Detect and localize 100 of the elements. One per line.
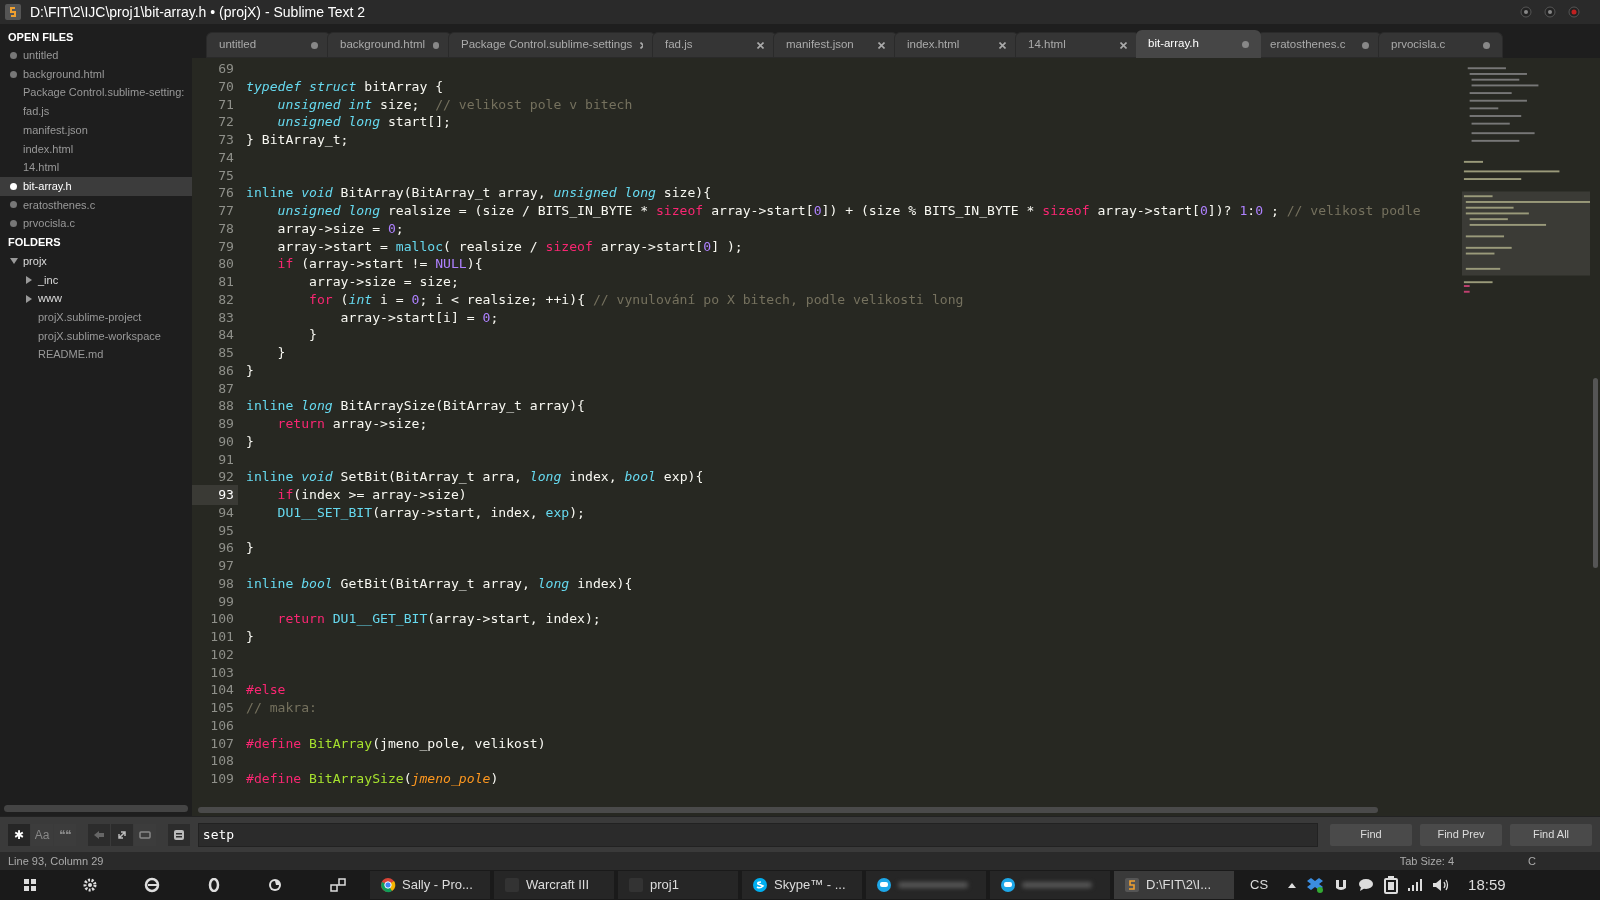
section-heading: OPEN FILES xyxy=(7,30,75,45)
tab[interactable]: background.html xyxy=(327,32,452,58)
code-line: #define BitArraySize(jmeno_pole) xyxy=(245,770,499,789)
start-icon[interactable] xyxy=(23,879,36,891)
code-line: } BitArray_t; xyxy=(245,131,349,150)
tab[interactable]: Package Control.sublime-settings xyxy=(448,32,656,58)
sidebar-item[interactable]: manifest.json xyxy=(0,120,192,140)
syntax-name[interactable]: C xyxy=(1528,852,1536,870)
sidebar-item[interactable]: bit-array.h xyxy=(0,176,192,196)
search-field[interactable]: setp xyxy=(197,822,1318,847)
sidebar-item[interactable]: 14.html xyxy=(0,158,192,177)
sidebar-item[interactable]: fad.js xyxy=(0,102,192,121)
arrow-icon xyxy=(93,829,105,840)
chat-icon[interactable] xyxy=(1358,878,1375,892)
folder-item[interactable]: _inc xyxy=(38,271,59,289)
sidebar-item[interactable]: Package Control.sublime-setting: xyxy=(0,83,192,103)
code-line: if(index >= array->size) xyxy=(276,486,467,505)
battery-icon[interactable] xyxy=(1384,876,1399,894)
taskbar-button[interactable]: Warcraft III xyxy=(494,871,614,899)
code-line: array->start = malloc( realsize / sizeof array->start[0] ); xyxy=(276,237,743,256)
tab[interactable]: prvocisla.c xyxy=(1378,32,1503,58)
taskbar-button[interactable]: Sally - Pro... xyxy=(370,871,490,899)
code-line: array->size = 0; xyxy=(276,219,404,238)
line-number: 89 xyxy=(217,415,235,434)
code-line: inline bool GetBit(BitArray_t array, long index){ xyxy=(245,574,633,593)
language-indicator[interactable]: CS xyxy=(1250,875,1269,895)
tab[interactable]: manifest.json xyxy=(773,32,898,58)
disclosure-icon[interactable] xyxy=(10,257,18,266)
line-number: 96 xyxy=(217,539,235,558)
line-number: 102 xyxy=(209,645,235,664)
line-number: 74 xyxy=(217,148,235,167)
caret-up-icon[interactable] xyxy=(1288,882,1297,888)
close-button[interactable] xyxy=(1568,6,1580,18)
minimize-button[interactable] xyxy=(1520,6,1532,18)
chat-icon xyxy=(1000,877,1016,893)
line-number: 100 xyxy=(209,610,235,629)
file-item[interactable]: projX.sublime-project xyxy=(38,309,142,326)
line-number: 91 xyxy=(217,450,235,469)
find-button[interactable]: Find All xyxy=(1510,823,1592,846)
sidebar-item[interactable]: prvocisla.c xyxy=(0,214,192,233)
taskbar-button[interactable]: Skype™ - ... xyxy=(742,871,862,899)
scrollbar-thumb[interactable] xyxy=(198,807,1378,813)
line-number: 85 xyxy=(217,344,235,363)
line-number: 87 xyxy=(217,379,235,398)
scrollbar-thumb[interactable] xyxy=(1592,378,1598,568)
torrent-icon[interactable] xyxy=(1334,878,1349,892)
taskbar-button[interactable] xyxy=(990,871,1110,899)
box-icon[interactable] xyxy=(1306,877,1325,893)
gear-icon[interactable] xyxy=(83,878,97,892)
clock[interactable]: 18:59 xyxy=(1468,873,1506,897)
taskbar-button[interactable]: proj1 xyxy=(618,871,738,899)
line-number: 69 xyxy=(217,60,235,79)
signal-icon[interactable] xyxy=(1408,879,1423,891)
line-number: 73 xyxy=(217,131,235,150)
line-number: 86 xyxy=(217,361,235,380)
maximize-button[interactable] xyxy=(1544,6,1556,18)
file-item[interactable]: README.md xyxy=(38,346,104,363)
line-number: 107 xyxy=(209,734,235,753)
link-icon xyxy=(116,828,128,841)
tab[interactable]: fad.js xyxy=(652,32,777,58)
line-number: 98 xyxy=(217,574,235,593)
tab[interactable]: index.html xyxy=(894,32,1019,58)
sidebar-item[interactable]: untitled xyxy=(0,46,192,65)
wrap-toggle[interactable] xyxy=(111,823,133,846)
sidebar-item[interactable]: index.html xyxy=(0,139,192,159)
chat-icon xyxy=(876,877,892,893)
code-line: } xyxy=(245,361,254,380)
line-number: 76 xyxy=(217,184,235,203)
line-number: 101 xyxy=(209,628,235,647)
line-number: 80 xyxy=(217,255,235,274)
ring-icon[interactable] xyxy=(207,878,220,892)
reverse-toggle[interactable] xyxy=(88,823,110,846)
folder-item[interactable]: projx xyxy=(23,252,47,270)
scrollbar[interactable] xyxy=(4,805,188,812)
sidebar-item[interactable]: background.html xyxy=(0,64,192,84)
browser-icon[interactable] xyxy=(144,877,161,893)
folder-item[interactable]: www xyxy=(38,290,62,307)
fox-icon[interactable] xyxy=(266,877,283,893)
sidebar-item[interactable]: eratosthenes.c xyxy=(0,195,192,215)
tab[interactable]: untitled xyxy=(206,32,331,58)
speaker-icon[interactable] xyxy=(1432,878,1451,892)
find-button[interactable]: Find Prev xyxy=(1420,823,1502,846)
line-number: 90 xyxy=(217,432,235,451)
tab-size[interactable]: Tab Size: 4 xyxy=(1399,852,1455,870)
disclosure-icon[interactable] xyxy=(25,294,33,303)
find-button[interactable]: Find xyxy=(1330,823,1412,846)
line-number: 83 xyxy=(217,308,235,327)
taskbar-button[interactable] xyxy=(866,871,986,899)
blurred-label xyxy=(1022,882,1092,888)
taskbar-button[interactable]: D:\FIT\2\I... xyxy=(1114,871,1234,899)
code-line: unsigned long start[]; xyxy=(276,113,451,132)
line-number: 93 xyxy=(192,485,238,505)
disclosure-icon[interactable] xyxy=(25,275,33,284)
highlight-toggle[interactable] xyxy=(168,823,190,846)
file-item[interactable]: projX.sublime-workspace xyxy=(38,327,161,345)
code-line: } xyxy=(245,628,254,647)
option-toggle[interactable]: ✱ xyxy=(8,823,30,846)
tab[interactable]: bit-array.h xyxy=(1136,30,1261,58)
chat-icon xyxy=(752,877,768,893)
window-switch-icon[interactable] xyxy=(330,877,347,893)
